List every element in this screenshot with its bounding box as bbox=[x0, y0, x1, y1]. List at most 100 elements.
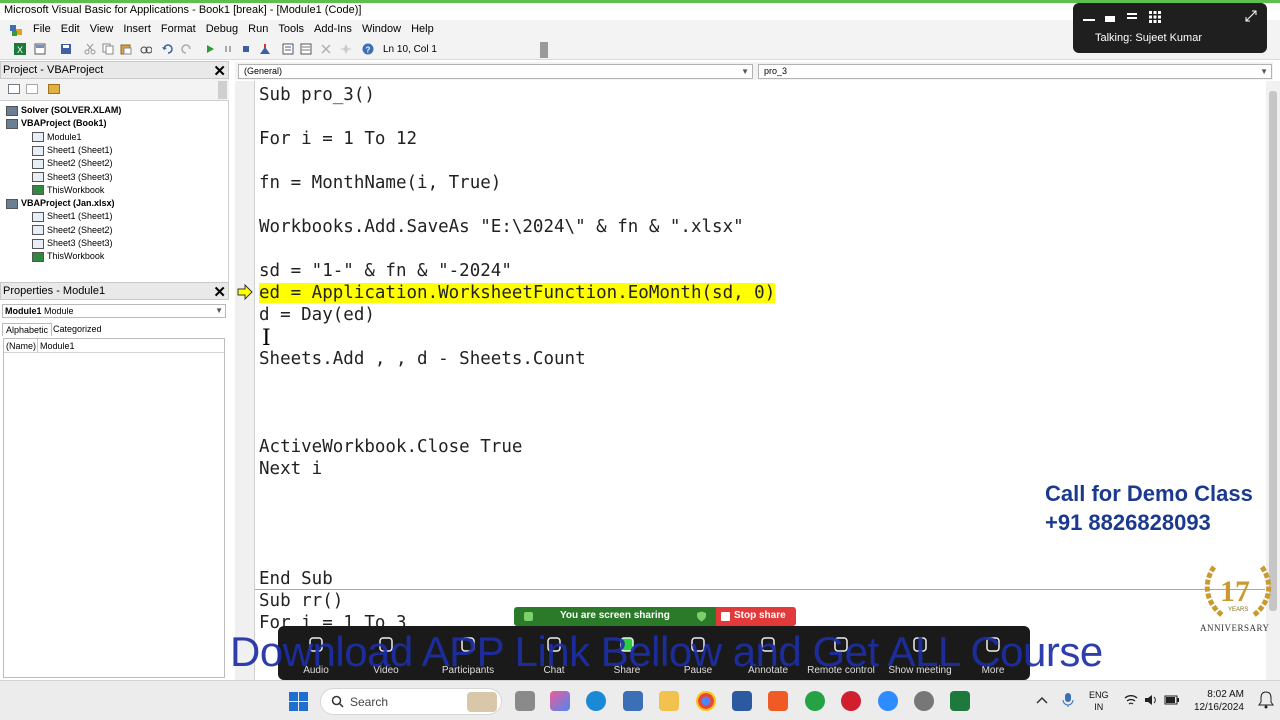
tree-project-node[interactable]: VBAProject (Book1) bbox=[6, 117, 107, 130]
design-mode-icon[interactable] bbox=[259, 43, 271, 55]
menu-file[interactable]: File bbox=[28, 23, 56, 35]
tree-project-node[interactable]: Solver (SOLVER.XLAM) bbox=[6, 104, 121, 117]
minimize-icon[interactable] bbox=[1082, 13, 1096, 25]
code-line[interactable]: ActiveWorkbook.Close True bbox=[259, 436, 522, 458]
chevron-up-icon[interactable] bbox=[1036, 696, 1048, 704]
volume-icon[interactable] bbox=[1144, 694, 1158, 706]
tree-item[interactable]: Sheet3 (Sheet3) bbox=[32, 237, 113, 250]
cut-icon[interactable] bbox=[84, 43, 96, 55]
menu-tools[interactable]: Tools bbox=[273, 23, 309, 35]
project-tree[interactable]: Solver (SOLVER.XLAM) VBAProject (Book1) Mo… bbox=[0, 101, 229, 282]
chrome-icon[interactable] bbox=[696, 691, 716, 711]
zoom-icon[interactable] bbox=[878, 691, 898, 711]
menu-view[interactable]: View bbox=[85, 23, 119, 35]
whatsapp-icon[interactable] bbox=[805, 691, 825, 711]
file-explorer-icon[interactable] bbox=[659, 691, 679, 711]
gallery-view-icon[interactable] bbox=[1148, 10, 1162, 24]
code-line[interactable]: For i = 1 To 12 bbox=[259, 128, 417, 150]
properties-object-select[interactable]: Module1 Module ▼ bbox=[2, 304, 226, 318]
copilot-icon[interactable] bbox=[550, 691, 570, 711]
battery-icon[interactable] bbox=[1164, 694, 1180, 706]
list-view-icon[interactable] bbox=[1125, 11, 1139, 23]
code-line[interactable]: Sheets.Add , , d - Sheets.Count bbox=[259, 348, 586, 370]
tree-item[interactable]: Sheet2 (Sheet2) bbox=[32, 224, 113, 237]
project-panel-close-icon[interactable]: ✕ bbox=[213, 62, 226, 80]
properties-panel-close-icon[interactable]: ✕ bbox=[213, 283, 226, 301]
property-row-name[interactable]: (Name) Module1 bbox=[4, 339, 224, 353]
toggle-folders-icon[interactable] bbox=[48, 84, 60, 94]
save-icon[interactable] bbox=[60, 43, 72, 55]
find-icon[interactable] bbox=[140, 43, 152, 55]
code-line-current[interactable]: ed = Application.WorksheetFunction.EoMon… bbox=[259, 282, 776, 304]
undo-icon[interactable] bbox=[162, 43, 174, 55]
excel-icon[interactable] bbox=[950, 691, 970, 711]
toolbar-grip[interactable] bbox=[540, 42, 548, 58]
edge-icon[interactable] bbox=[586, 691, 606, 711]
wifi-icon[interactable] bbox=[1124, 694, 1138, 706]
break-icon[interactable] bbox=[222, 43, 234, 55]
help-icon[interactable]: ? bbox=[362, 43, 374, 55]
opera-icon[interactable] bbox=[841, 691, 861, 711]
code-margin[interactable] bbox=[235, 81, 255, 681]
menu-help[interactable]: Help bbox=[406, 23, 439, 35]
tree-item[interactable]: ThisWorkbook bbox=[32, 184, 104, 197]
object-browser-icon[interactable] bbox=[320, 43, 332, 55]
excel-view-icon[interactable]: X bbox=[14, 43, 26, 55]
paste-icon[interactable] bbox=[120, 43, 132, 55]
tree-project-node[interactable]: VBAProject (Jan.xlsx) bbox=[6, 197, 115, 210]
object-combo[interactable]: (General) ▼ bbox=[238, 64, 753, 79]
store-icon[interactable] bbox=[623, 691, 643, 711]
tree-item[interactable]: ThisWorkbook bbox=[32, 250, 104, 263]
tree-item[interactable]: Sheet3 (Sheet3) bbox=[32, 171, 113, 184]
menu-insert[interactable]: Insert bbox=[118, 23, 156, 35]
run-icon[interactable] bbox=[204, 43, 216, 55]
code-line[interactable]: End Sub bbox=[259, 568, 333, 590]
menu-debug[interactable]: Debug bbox=[201, 23, 243, 35]
tree-item[interactable]: Sheet1 (Sheet1) bbox=[32, 144, 113, 157]
copy-icon[interactable] bbox=[102, 43, 114, 55]
property-value[interactable]: Module1 bbox=[37, 339, 75, 353]
code-editor[interactable] bbox=[235, 81, 1265, 681]
tree-item[interactable]: Sheet1 (Sheet1) bbox=[32, 210, 113, 223]
menu-edit[interactable]: Edit bbox=[56, 23, 85, 35]
code-line[interactable]: d = Day(ed) bbox=[259, 304, 375, 326]
code-line[interactable]: fn = MonthName(i, True) bbox=[259, 172, 501, 194]
view-code-icon[interactable] bbox=[8, 84, 20, 94]
tab-categorized[interactable]: Categorized bbox=[50, 323, 105, 335]
insert-module-icon[interactable] bbox=[34, 43, 46, 55]
code-scroll-thumb[interactable] bbox=[1269, 91, 1277, 611]
code-line[interactable]: Workbooks.Add.SaveAs "E:\2024\" & fn & "… bbox=[259, 216, 744, 238]
screen-sharing-status[interactable]: You are screen sharing bbox=[514, 607, 716, 626]
menu-add-ins[interactable]: Add-Ins bbox=[309, 23, 357, 35]
windows-start-icon[interactable] bbox=[289, 692, 308, 711]
toolbox-icon[interactable] bbox=[340, 43, 352, 55]
notification-bell-icon[interactable] bbox=[1258, 691, 1274, 709]
menu-format[interactable]: Format bbox=[156, 23, 201, 35]
tab-alphabetic[interactable]: Alphabetic bbox=[2, 323, 53, 336]
project-explorer-icon[interactable] bbox=[282, 43, 294, 55]
code-line[interactable]: Next i bbox=[259, 458, 322, 480]
properties-window-icon[interactable] bbox=[300, 43, 312, 55]
stop-share-button[interactable]: Stop share bbox=[716, 607, 796, 626]
expand-icon[interactable] bbox=[1244, 9, 1258, 23]
code-line[interactable]: Sub pro_3() bbox=[259, 84, 375, 106]
reset-icon[interactable] bbox=[240, 43, 252, 55]
thumbnail-view-icon[interactable] bbox=[1103, 12, 1117, 24]
app-icon-1[interactable] bbox=[732, 691, 752, 711]
menu-run[interactable]: Run bbox=[243, 23, 273, 35]
code-line[interactable]: Sub rr() bbox=[259, 590, 343, 612]
code-line[interactable]: sd = "1-" & fn & "-2024" bbox=[259, 260, 512, 282]
vba-app-icon[interactable] bbox=[8, 22, 24, 38]
settings-gear-icon[interactable] bbox=[914, 691, 934, 711]
taskbar-search[interactable]: Search bbox=[320, 688, 502, 715]
view-object-icon[interactable] bbox=[26, 84, 38, 94]
menu-window[interactable]: Window bbox=[357, 23, 406, 35]
tree-item[interactable]: Module1 bbox=[32, 131, 82, 144]
tree-item[interactable]: Sheet2 (Sheet2) bbox=[32, 157, 113, 170]
task-view-icon[interactable] bbox=[515, 691, 535, 711]
redo-icon[interactable] bbox=[180, 43, 192, 55]
project-scroll-thumb[interactable] bbox=[218, 81, 227, 99]
procedure-combo[interactable]: pro_3 ▼ bbox=[758, 64, 1272, 79]
language-indicator[interactable]: ENG IN bbox=[1089, 689, 1109, 713]
microphone-icon[interactable] bbox=[1062, 692, 1074, 708]
